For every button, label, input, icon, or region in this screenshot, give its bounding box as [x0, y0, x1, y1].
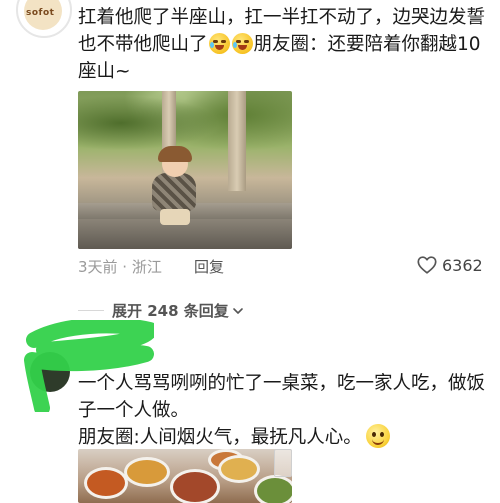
comment-text-line: 一个人骂骂咧咧的忙了一桌菜，吃一家人吃，做饭 [78, 373, 486, 394]
comment-text-line: 扛着他爬了半座山，扛一半扛不动了，边哭边发誓 [78, 7, 486, 28]
chevron-down-icon [232, 307, 243, 314]
comment-photo[interactable] [78, 449, 292, 503]
comment-text-line: 子一个人做。 [78, 400, 190, 421]
expand-replies-button[interactable]: 展开 248 条回复 [78, 300, 245, 321]
comment-text-line: 朋友圈:人间烟火气，最抚凡人心。 [78, 424, 500, 451]
smiling-emoji-icon [365, 424, 390, 448]
like-button[interactable]: 6362 [416, 254, 483, 276]
comment-text-line: 座山~ [78, 61, 131, 82]
heart-outline-icon [417, 256, 437, 274]
comment-text-line: 也不带他爬山了 朋友圈：还要陪着你翻越10 [78, 31, 500, 58]
avatar[interactable]: sofot [16, 0, 72, 38]
crying-laughing-emoji-icon [231, 33, 253, 54]
avatar-logo-text: sofot [26, 8, 55, 18]
comment-text-segment: 朋友圈:人间烟火气，最抚凡人心。 [78, 427, 362, 448]
reply-button[interactable]: 回复 [194, 256, 224, 277]
divider [78, 310, 104, 311]
comment-thread: sofot 扛着他爬了半座山，扛一半扛不动了，边哭边发誓 也不带他爬山了 朋友圈：… [0, 0, 500, 503]
comment-meta: 3天前 · 浙江 [78, 258, 162, 276]
expand-replies-label: 展开 248 条回复 [112, 302, 229, 320]
crying-laughing-emoji-icon [208, 33, 230, 54]
comment-text-segment: 也不带他爬山了 [78, 34, 208, 55]
like-count: 6362 [442, 255, 483, 275]
comment-photo[interactable] [78, 91, 292, 249]
comment-text-segment: 朋友圈：还要陪着你翻越10 [253, 34, 481, 55]
